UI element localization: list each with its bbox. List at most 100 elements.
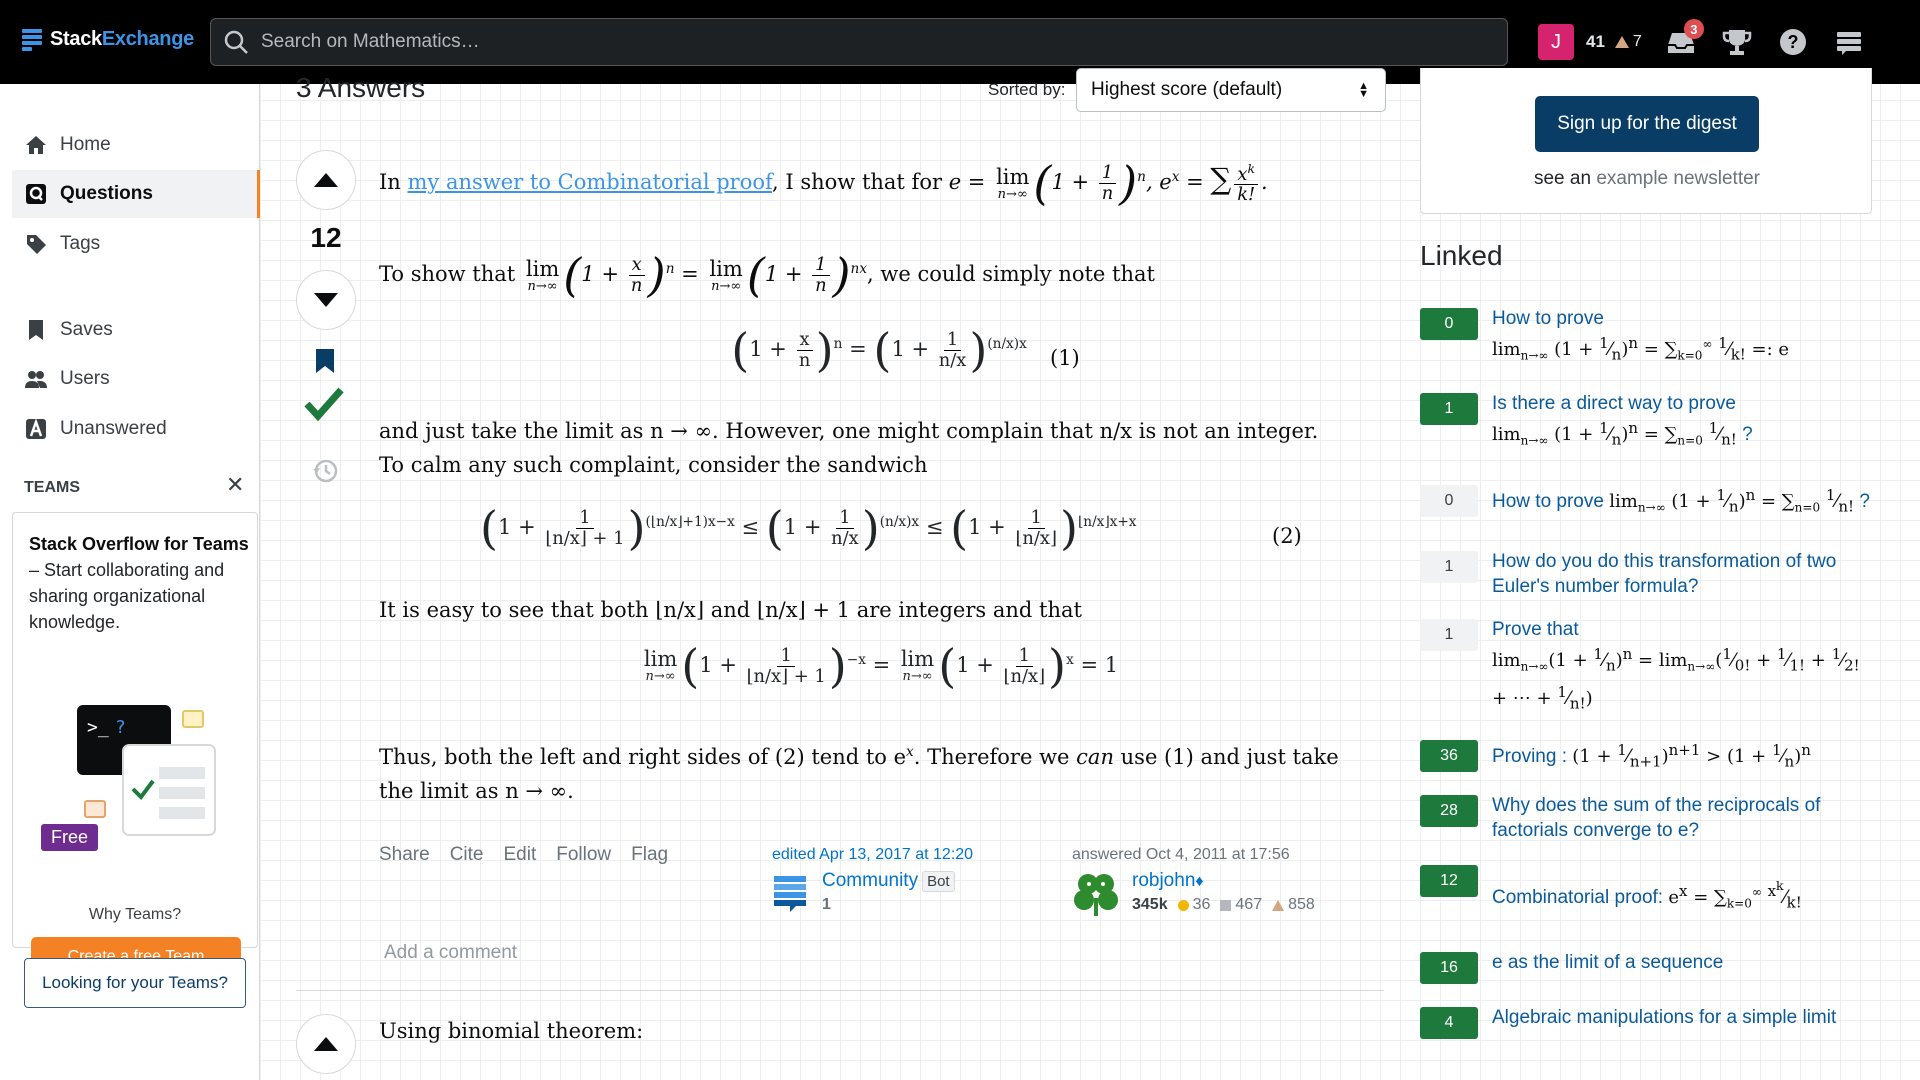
arrow-up-icon [314, 173, 338, 187]
top-right-controls: J 41 7 3 ? [1538, 19, 1866, 62]
example-newsletter-link[interactable]: example newsletter [1596, 168, 1760, 189]
editor-name[interactable]: Community [822, 870, 918, 891]
home-icon [26, 136, 46, 154]
linked-title-math: limn→∞ (1 + 1⁄n)n = ∑n=0 1⁄n! [1609, 486, 1855, 516]
post-actions: Share Cite Edit Follow Flag [379, 844, 668, 866]
answer-paragraph-2: To show that lim n→∞ (1 + x n)n = lim n→∞ (1 … [379, 252, 1379, 298]
author-reputation: 345k [1132, 896, 1168, 913]
nav-saves[interactable]: Saves [12, 306, 260, 354]
bookmark-button[interactable] [314, 348, 336, 379]
why-teams-link[interactable]: Why Teams? [12, 906, 258, 924]
p1-pre: In [379, 170, 408, 194]
user-avatar[interactable]: J [1538, 24, 1574, 60]
flag-link[interactable]: Flag [631, 844, 668, 866]
upvote-button-answer-2[interactable] [296, 1014, 356, 1074]
linked-score: 1 [1420, 619, 1478, 651]
sort-select[interactable]: Highest score (default) ▲ ▼ [1076, 68, 1386, 112]
linked-score: 36 [1420, 740, 1478, 772]
nav-users[interactable]: Users [12, 355, 260, 403]
answer-paragraph-5: Thus, both the left and right sides of (… [379, 744, 1339, 803]
linked-title[interactable]: Why does the sum of the reciprocals of f… [1492, 793, 1872, 843]
linked-title[interactable]: Is there a direct way to prove limn→∞ (1 … [1492, 391, 1872, 454]
linked-score: 16 [1420, 952, 1478, 984]
linked-title[interactable]: How do you do this transformation of two… [1492, 549, 1872, 599]
add-comment-link[interactable]: Add a comment [384, 942, 517, 964]
nav-home[interactable]: Home [12, 121, 260, 169]
linked-title[interactable]: Combinatorial proof: ex = ∑k=0∞ xk⁄k! [1492, 873, 1872, 917]
teams-close-icon[interactable]: ✕ [226, 472, 244, 498]
questions-icon [26, 184, 46, 204]
combinatorial-proof-link[interactable]: my answer to Combinatorial proof [408, 170, 773, 194]
answer-paragraph-1: In my answer to Combinatorial proof, I s… [379, 156, 1379, 211]
unanswered-icon [26, 418, 46, 439]
teams-promo-text: Stack Overflow for Teams – Start collabo… [29, 531, 249, 635]
achievements-button[interactable] [1720, 25, 1754, 59]
inbox-button[interactable]: 3 [1664, 19, 1704, 59]
linked-title[interactable]: Algebraic manipulations for a simple lim… [1492, 1005, 1872, 1030]
nav-tags[interactable]: Tags [12, 220, 260, 268]
follow-link[interactable]: Follow [556, 844, 611, 866]
equation-1: (1 + x n)n = (1 + 1 n/x)(n/x)x [731, 322, 1027, 377]
cite-link[interactable]: Cite [450, 844, 484, 866]
svg-text:?: ? [1787, 32, 1798, 52]
help-button[interactable]: ? [1776, 25, 1810, 59]
bronze-badge-icon [1272, 899, 1285, 911]
edited-info: edited Apr 13, 2017 at 12:20 Community Bo… [772, 846, 973, 914]
history-icon [313, 459, 338, 483]
linked-score: 1 [1420, 551, 1478, 583]
teams-illustration: >_ ? [77, 705, 216, 836]
tag-icon [27, 235, 46, 254]
linked-title[interactable]: How to prove limn→∞ (1 + 1⁄n)n = ∑k=0∞ 1⁄… [1492, 306, 1872, 369]
answer-paragraph-4: It is easy to see that both ⌊n/x⌋ and ⌊n… [379, 598, 1082, 622]
check-icon [304, 387, 344, 422]
looking-for-teams-button[interactable]: Looking for your Teams? [24, 958, 246, 1008]
linked-title-text: Is there a direct way to prove [1492, 393, 1736, 414]
answer-2-paragraph-1: Using binomial theorem: [379, 1019, 644, 1043]
p2-post: , we could simply note that [867, 262, 1155, 286]
silver-badge-icon [1220, 899, 1232, 911]
users-icon [25, 371, 47, 388]
search-box[interactable] [210, 18, 1508, 66]
linked-score: 4 [1420, 1007, 1478, 1039]
svg-text:?: ? [115, 717, 126, 738]
nav-home-label: Home [60, 134, 111, 155]
answered-timestamp: answered Oct 4, 2011 at 17:56 [1072, 846, 1290, 863]
linked-title[interactable]: e as the limit of a sequence [1492, 950, 1872, 975]
author-name[interactable]: robjohn [1132, 870, 1195, 891]
stackexchange-logo[interactable]: StackExchange [22, 28, 194, 51]
inbox-count-badge: 3 [1683, 19, 1704, 39]
answer-divider [296, 990, 1384, 991]
gold-badge-count: 36 [1192, 896, 1211, 913]
math-e-limit: e = lim n→∞ (1 + 1 n)n, ex = ∑ xk k!. [948, 156, 1268, 211]
share-link[interactable]: Share [379, 844, 430, 866]
nav-unanswered-label: Unanswered [60, 418, 167, 439]
edited-timestamp-link[interactable]: edited Apr 13, 2017 at 12:20 [772, 846, 973, 864]
linked-score: 12 [1420, 865, 1478, 897]
timeline-button[interactable] [312, 458, 338, 489]
moderator-diamond-icon: ♦ [1195, 873, 1204, 890]
downvote-button[interactable] [296, 270, 356, 330]
linked-title-text: How to prove [1492, 308, 1604, 329]
edit-link[interactable]: Edit [504, 844, 537, 866]
nav-users-label: Users [60, 368, 110, 389]
digest-signup-button[interactable]: Sign up for the digest [1535, 96, 1759, 152]
upvote-button[interactable] [296, 150, 356, 210]
teams-title: Stack Overflow for Teams [29, 534, 249, 554]
linked-title-math: limn→∞ (1 + 1⁄n)n = ∑n=0 1⁄n! [1492, 419, 1737, 449]
linked-title[interactable]: How to prove limn→∞ (1 + 1⁄n)n = ∑n=0 1⁄… [1492, 483, 1872, 521]
equation-2-sandwich: (1 + 1 ⌊n/x⌋ + 1)(⌊n/x⌋+1)x−x ≤ (1 + 1 n/x… [480, 500, 1137, 555]
teams-description: – Start collaborating and sharing organi… [29, 560, 225, 632]
linked-title[interactable]: Proving : (1 + 1⁄n+1)n+1 > (1 + 1⁄n)n [1492, 738, 1872, 775]
nav-unanswered[interactable]: Unanswered [12, 405, 260, 453]
nav-questions[interactable]: Questions [12, 170, 260, 218]
author-card: robjohn♦ 345k 36 467 858 [1072, 870, 1315, 918]
site-switcher-button[interactable] [1832, 25, 1866, 59]
linked-score: 0 [1420, 308, 1478, 340]
reputation-count[interactable]: 41 [1586, 32, 1605, 52]
nav-questions-label: Questions [60, 183, 153, 204]
p5-can: can [1076, 745, 1114, 769]
search-input[interactable] [261, 31, 1461, 53]
linked-title[interactable]: Prove that limn→∞(1 + 1⁄n)n = limn→∞(1⁄0!… [1492, 617, 1872, 716]
linked-title-text: How to prove [1492, 491, 1604, 512]
logo-stack-text: Stack [50, 28, 102, 50]
